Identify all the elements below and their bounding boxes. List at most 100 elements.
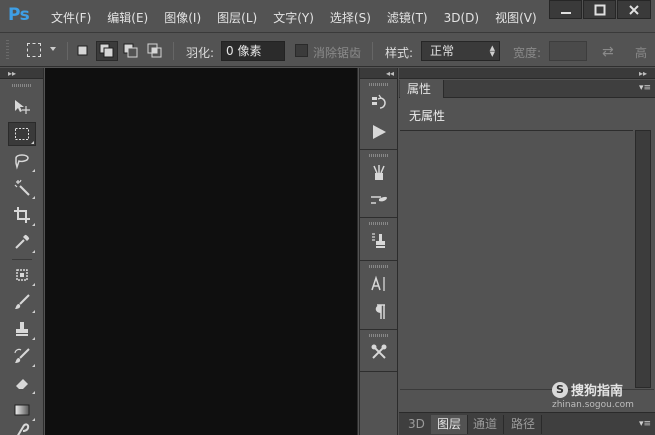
character-panel-icon xyxy=(371,275,385,291)
tool-flyout-indicator xyxy=(32,283,35,286)
panel-group xyxy=(360,219,397,261)
width-input[interactable] xyxy=(549,41,587,61)
eyedropper-icon xyxy=(15,234,30,249)
properties-tabbar: 属性 ▾≡ xyxy=(399,80,655,98)
rectangular-marquee-tool[interactable] xyxy=(8,122,36,146)
actions-play-icon xyxy=(373,125,386,139)
width-label: 宽度: xyxy=(513,46,542,60)
antialias-checkbox[interactable] xyxy=(295,44,308,57)
tool-flyout-indicator xyxy=(32,337,35,340)
panel-group-grip[interactable] xyxy=(369,265,389,268)
antialias-label: 消除锯齿 xyxy=(313,46,362,60)
eraser-tool[interactable] xyxy=(8,371,36,395)
move-tool[interactable] xyxy=(8,95,36,119)
dock-header[interactable]: ◂◂ xyxy=(360,68,397,79)
character-panel-button[interactable] xyxy=(368,273,390,295)
panel-menu-icon[interactable]: ▾≡ xyxy=(639,83,651,93)
gradient-tool[interactable] xyxy=(8,398,36,422)
menu-image[interactable]: 图像(I) xyxy=(156,10,209,26)
tab-properties[interactable]: 属性 xyxy=(400,80,445,98)
add-to-selection-icon xyxy=(99,43,114,58)
paragraph-panel-button[interactable] xyxy=(368,301,390,323)
tool-presets-icon xyxy=(371,344,387,359)
tool-flyout-indicator xyxy=(32,196,35,199)
history-panel-button[interactable] xyxy=(368,92,390,114)
tab-paths[interactable]: 路径 xyxy=(505,415,543,434)
tools-panel-header[interactable]: ▸▸ xyxy=(0,68,43,79)
brush-tool[interactable] xyxy=(8,290,36,314)
feather-input[interactable]: 0 像素 xyxy=(221,41,285,61)
style-label: 样式: xyxy=(385,46,414,60)
no-properties-text: 无属性 xyxy=(409,109,446,123)
panel-group-grip[interactable] xyxy=(369,334,389,337)
expand-arrows-icon[interactable]: ▸▸ xyxy=(8,68,16,79)
brush-icon xyxy=(15,294,30,309)
add-to-selection-button[interactable] xyxy=(96,41,118,61)
title-menu-bar: Ps 文件(F) 编辑(E) 图像(I) 图层(L) 文字(Y) 选择(S) 滤… xyxy=(0,0,655,33)
move-icon xyxy=(15,100,30,114)
options-bar-grip[interactable] xyxy=(6,40,9,60)
eyedropper-tool[interactable] xyxy=(8,230,36,254)
collapsed-panels-dock: ◂◂ xyxy=(359,68,398,435)
document-canvas[interactable] xyxy=(45,68,358,435)
menu-file[interactable]: 文件(F) xyxy=(43,10,99,26)
menu-layer[interactable]: 图层(L) xyxy=(209,10,265,26)
close-icon xyxy=(629,4,639,15)
intersect-selection-button[interactable] xyxy=(144,41,166,61)
brush-presets-button[interactable] xyxy=(368,162,390,184)
tool-flyout-indicator xyxy=(32,250,35,253)
collapse-arrows-icon[interactable]: ◂◂ xyxy=(386,68,394,79)
swap-width-height-icon[interactable]: ⇄ xyxy=(602,44,614,60)
properties-scrollbar[interactable] xyxy=(635,130,651,388)
rectangular-marquee-icon xyxy=(15,128,29,140)
panel-group-grip[interactable] xyxy=(369,222,389,225)
actions-panel-button[interactable] xyxy=(368,121,390,143)
crop-tool[interactable] xyxy=(8,203,36,227)
minimize-button[interactable] xyxy=(549,0,582,19)
menu-type[interactable]: 文字(Y) xyxy=(265,10,322,26)
style-select[interactable]: 正常 ▲ ▼ xyxy=(421,41,500,61)
menu-view[interactable]: 视图(V) xyxy=(487,10,545,26)
panel-group xyxy=(360,331,397,372)
gradient-icon xyxy=(14,404,30,416)
layers-panel-tabbar: 3D 图层 通道 路径 ▾≡ xyxy=(399,412,655,435)
close-button[interactable] xyxy=(617,0,651,19)
lasso-tool[interactable] xyxy=(8,149,36,173)
properties-panel-header[interactable]: ▸▸ xyxy=(399,68,655,79)
tab-channels[interactable]: 通道 xyxy=(467,415,505,434)
panel-menu-icon[interactable]: ▾≡ xyxy=(639,419,651,429)
menu-select[interactable]: 选择(S) xyxy=(322,10,379,26)
menu-3d[interactable]: 3D(D) xyxy=(436,10,487,26)
history-brush-tool[interactable] xyxy=(8,344,36,368)
expand-arrows-icon[interactable]: ▸▸ xyxy=(639,68,647,79)
options-bar: 羽化: 0 像素 消除锯齿 样式: 正常 ▲ ▼ 宽度: ⇄ 高 xyxy=(0,34,655,67)
marquee-preset-icon[interactable] xyxy=(27,43,41,57)
tab-layers[interactable]: 图层 xyxy=(431,415,469,434)
tool-presets-button[interactable] xyxy=(368,341,390,363)
clone-stamp-icon xyxy=(16,322,28,336)
preset-dropdown-caret-icon[interactable] xyxy=(50,47,56,51)
clone-source-button[interactable] xyxy=(368,230,390,252)
clone-stamp-tool[interactable] xyxy=(8,317,36,341)
new-selection-button[interactable] xyxy=(72,41,94,61)
panel-group-grip[interactable] xyxy=(369,83,389,86)
tool-flyout-indicator xyxy=(31,141,34,144)
height-label: 高 xyxy=(635,46,648,60)
menu-filter[interactable]: 滤镜(T) xyxy=(379,10,436,26)
history-panel-icon xyxy=(372,94,386,109)
tab-3d[interactable]: 3D xyxy=(402,415,432,434)
smudge-tool[interactable] xyxy=(8,423,36,435)
tools-panel: ▸▸ xyxy=(0,68,44,435)
spot-healing-brush-tool[interactable] xyxy=(8,263,36,287)
subtract-from-selection-button[interactable] xyxy=(120,41,142,61)
menu-edit[interactable]: 编辑(E) xyxy=(99,10,156,26)
maximize-button[interactable] xyxy=(583,0,616,19)
brush-settings-button[interactable] xyxy=(368,189,390,211)
paragraph-panel-icon xyxy=(375,304,385,319)
smudge-icon xyxy=(17,423,30,435)
tools-panel-grip[interactable] xyxy=(12,84,32,87)
separator xyxy=(372,42,373,60)
panel-group-grip[interactable] xyxy=(369,154,389,157)
magic-wand-tool[interactable] xyxy=(8,176,36,200)
history-brush-icon xyxy=(14,348,30,363)
